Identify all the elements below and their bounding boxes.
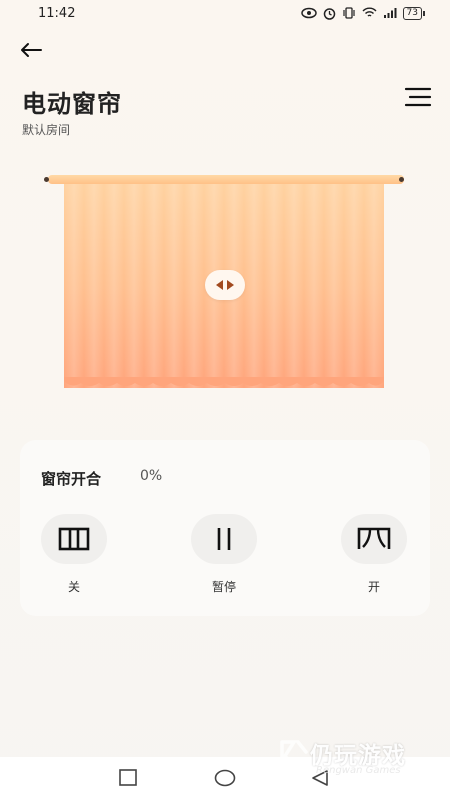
status-bar: 11:42 73 [0,0,450,26]
close-label: 关 [67,580,80,594]
watermark-logo-icon [280,740,308,776]
alarm-icon [323,7,335,20]
menu-button[interactable] [404,86,432,108]
open-curtain-button[interactable] [341,514,407,564]
rod-end-right [399,177,404,182]
home-button[interactable] [214,769,236,791]
status-time: 11:42 [38,5,76,21]
pause-curtain-button[interactable] [191,514,257,564]
battery-indicator: 73 [402,6,426,20]
vibrate-icon [342,7,355,19]
curtain-close-icon [58,527,90,551]
curtain-position-value: 0% [140,468,163,484]
curtain-illustration [44,170,408,395]
close-curtain-button[interactable] [41,514,107,564]
back-arrow-icon [21,43,42,57]
watermark: 仍玩游戏 Rengwan Games [270,736,440,784]
pause-label: 暂停 [211,580,236,594]
curtain-position-label: 窗帘开合 [41,470,102,488]
room-name: 默认房间 [22,123,71,137]
open-label: 开 [367,580,380,594]
page-title: 电动窗帘 [22,90,122,118]
curtain-hem [64,377,384,386]
curtain-slider-handle[interactable] [205,270,245,300]
back-button[interactable] [18,38,44,62]
eye-icon [300,7,317,19]
drag-arrows-icon [216,280,234,290]
menu-icon [404,87,432,107]
pause-icon [217,528,231,550]
watermark-sub: Rengwan Games [316,765,401,776]
screen: 11:42 73 电动窗帘 默认房间 窗帘开合 0% 关 暂停 开 仍玩游戏 R… [0,0,450,800]
curtain-open-icon [357,527,391,549]
signal-icon [383,8,397,18]
status-icons: 73 [300,6,426,20]
square-icon [119,769,137,786]
circle-icon [214,769,236,787]
curtain-control-card: 窗帘开合 0% 关 暂停 开 [20,440,430,616]
recent-apps-button[interactable] [118,769,138,791]
curtain-rod [48,175,404,184]
wifi-icon [362,7,377,17]
rod-end-left [44,177,49,182]
